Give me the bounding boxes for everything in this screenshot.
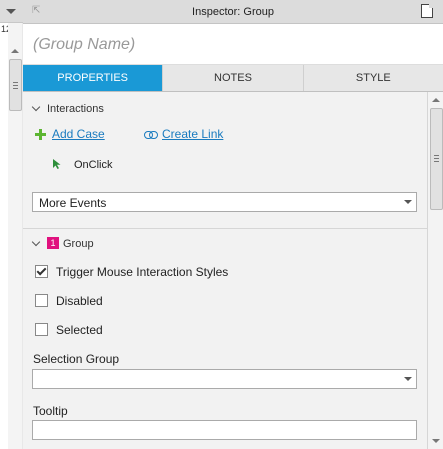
selection-group-label: Selection Group: [33, 352, 120, 366]
add-case-link[interactable]: Add Case: [52, 127, 105, 141]
grip-line: [434, 155, 439, 156]
checkbox-icon[interactable]: [35, 294, 48, 308]
grip-line: [13, 85, 18, 86]
dropdown-arrow-icon: [404, 377, 412, 381]
canvas-scroll-thumb[interactable]: [9, 59, 22, 111]
selected-checkbox[interactable]: Selected: [35, 323, 103, 337]
scroll-up-icon[interactable]: [11, 49, 19, 53]
group-heading: Group: [63, 238, 94, 250]
tab-style[interactable]: STYLE: [303, 65, 443, 91]
checkbox-label: Trigger Mouse Interaction Styles: [56, 265, 229, 279]
section-divider: [23, 228, 427, 229]
create-link-link[interactable]: Create Link: [162, 127, 223, 141]
panel-scrollbar[interactable]: [427, 92, 443, 449]
group-badge: 1: [47, 237, 59, 250]
inspector-tabs: PROPERTIES NOTES STYLE: [23, 65, 443, 92]
link-chain-icon[interactable]: [144, 131, 158, 139]
grip-line: [434, 161, 439, 162]
properties-panel: Interactions Add Case Create Link OnClic…: [23, 92, 427, 449]
interactions-heading: Interactions: [47, 103, 104, 115]
inspector-title: Inspector: Group: [192, 6, 274, 18]
collapse-triangle-icon: [6, 9, 16, 14]
group-name-field[interactable]: (Group Name): [23, 24, 443, 65]
group-section-header[interactable]: 1 Group: [31, 237, 94, 250]
canvas-edge: 12: [0, 0, 24, 449]
selection-group-dropdown[interactable]: [32, 369, 417, 389]
interactions-section-header[interactable]: Interactions: [31, 102, 104, 115]
tab-notes[interactable]: NOTES: [163, 65, 304, 91]
chevron-down-icon: [31, 102, 41, 112]
trigger-mouse-styles-checkbox[interactable]: Trigger Mouse Interaction Styles: [35, 265, 228, 279]
canvas-scrollbar[interactable]: [8, 23, 22, 449]
scroll-down-icon[interactable]: [432, 439, 440, 443]
panel-menu-button[interactable]: [0, 0, 23, 23]
more-events-dropdown[interactable]: More Events: [32, 192, 417, 212]
inspector-header: ⇱ Inspector: Group: [23, 0, 443, 24]
grip-line: [13, 88, 18, 89]
grip-line: [13, 82, 18, 83]
checkbox-icon[interactable]: [35, 323, 48, 337]
tooltip-input[interactable]: [32, 420, 417, 440]
checkbox-label: Disabled: [56, 294, 103, 308]
cursor-click-icon: [53, 159, 61, 169]
more-events-value: More Events: [39, 196, 107, 210]
dropdown-arrow-icon: [404, 200, 412, 204]
disabled-checkbox[interactable]: Disabled: [35, 294, 103, 308]
grip-line: [434, 158, 439, 159]
document-icon[interactable]: [421, 4, 433, 18]
chevron-down-icon: [31, 237, 41, 247]
panel-scroll-thumb[interactable]: [430, 108, 443, 210]
checkbox-label: Selected: [56, 323, 103, 337]
checkbox-icon[interactable]: [35, 265, 48, 279]
onclick-event[interactable]: OnClick: [74, 159, 113, 171]
tooltip-label: Tooltip: [33, 404, 68, 418]
tab-properties[interactable]: PROPERTIES: [23, 65, 164, 91]
group-name-placeholder[interactable]: (Group Name): [33, 36, 135, 54]
scroll-up-icon[interactable]: [432, 98, 440, 102]
plus-icon[interactable]: [35, 129, 46, 140]
